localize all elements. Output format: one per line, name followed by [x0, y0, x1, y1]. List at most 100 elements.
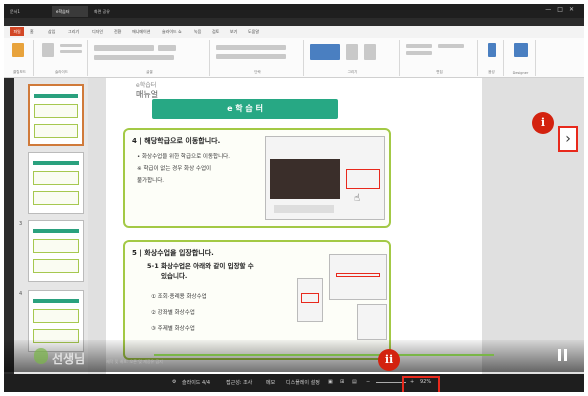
thumbnail-card: [34, 124, 78, 138]
ribbon-group-voice: 음성: [480, 40, 504, 76]
thumbnail-title-bar: [33, 229, 79, 233]
slide-number: 4: [19, 291, 23, 297]
ribbon-group-label: 단락: [254, 70, 261, 74]
ribbon-tab-draw[interactable]: 그리기: [68, 29, 79, 35]
ribbon-group-label: 슬라이드: [55, 70, 68, 74]
ribbon-tab-animations[interactable]: 애니메이션: [132, 29, 150, 35]
ribbon-group-clipboard: 클립보드: [6, 40, 34, 76]
slide-thumbnail[interactable]: [28, 152, 84, 214]
slide-number: 3: [19, 221, 23, 227]
ribbon: 클립보드 슬라이드 글꼴 단락 그리기 편집 음성 Designer: [4, 38, 584, 78]
file-tab[interactable]: 파일: [10, 27, 24, 36]
window-tab-elearning[interactable]: e학습터: [52, 6, 88, 17]
screenshot-icons: [274, 205, 334, 213]
paste-icon[interactable]: [12, 43, 24, 57]
settings-icon[interactable]: ⚙: [172, 379, 176, 385]
ribbon-group-label: 글꼴: [146, 70, 153, 74]
cursor-hand-icon: ☝: [354, 193, 361, 204]
screenshot-banner: [270, 159, 340, 199]
ribbon-tab-record[interactable]: 녹음: [194, 29, 201, 35]
ribbon-tab-review[interactable]: 검토: [212, 29, 219, 35]
replace-button[interactable]: [406, 51, 432, 55]
presenter-avatar-icon: [34, 348, 48, 364]
annotation-highlight-box: [402, 376, 440, 392]
find-button[interactable]: [406, 44, 432, 48]
presenter-subtitle: 제작 및 배포: 오픈 및 재공유 금지: [106, 359, 163, 364]
window-tab-screen-share[interactable]: 화면 공유: [90, 6, 134, 17]
thumbnail-card: [33, 309, 79, 323]
dictate-icon[interactable]: [488, 43, 496, 57]
ribbon-tab-bar: 파일 홈 삽입 그리기 디자인 전환 애니메이션 슬라이드 쇼 녹음 검토 보기…: [4, 26, 584, 38]
ribbon-tab-view[interactable]: 보기: [230, 29, 237, 35]
font-size-select[interactable]: [158, 45, 176, 51]
ribbon-tab-design[interactable]: 디자인: [92, 29, 103, 35]
list-buttons[interactable]: [216, 45, 286, 50]
video-progress-bar[interactable]: [154, 354, 494, 356]
quick-styles-icon[interactable]: [364, 44, 376, 60]
ribbon-tab-help[interactable]: 도움말: [248, 29, 259, 35]
slide-thumbnail[interactable]: 3: [19, 220, 84, 282]
status-display-settings[interactable]: 디스플레이 설정: [286, 379, 320, 386]
step-5-item-3: ③ 주제별 화상수업: [151, 326, 195, 332]
window-tab-document[interactable]: 문서1: [6, 6, 48, 17]
step-4-line2: ※ 학급이 없는 경우 화상 수업이: [137, 166, 212, 172]
status-bar: ⚙ 슬라이드 4/4 접근성: 조사 메모 디스플레이 설정 ▣ ⊞ ▤ − +…: [4, 374, 584, 392]
ribbon-group-drawing: 그리기: [306, 40, 400, 76]
annotation-marker-1: i: [532, 112, 554, 134]
step-5-subtitle-1: 5-1 화상수업은 아래와 같이 입장할 수: [147, 262, 254, 270]
slide-header-line1: e학습터: [136, 82, 157, 89]
font-family-select[interactable]: [94, 45, 154, 51]
normal-view-icon[interactable]: ▣: [328, 379, 333, 385]
app-window: 문서1 e학습터 화면 공유 —□✕ 파일 홈 삽입 그리기 디자인 전환 애니…: [4, 4, 584, 392]
window-controls[interactable]: —□✕: [545, 6, 580, 13]
select-button[interactable]: [438, 44, 464, 48]
reset-icon[interactable]: [60, 50, 82, 53]
ribbon-group-font: 글꼴: [90, 40, 210, 76]
layout-icon[interactable]: [60, 44, 82, 47]
ribbon-tab-slideshow[interactable]: 슬라이드 쇼: [162, 29, 182, 35]
slide-thumbnail[interactable]: [28, 84, 84, 146]
font-style-buttons[interactable]: [94, 55, 174, 60]
thumbnail-card: [33, 191, 79, 205]
step-4-screenshot: ☝: [265, 136, 385, 220]
next-slide-button[interactable]: ›: [558, 126, 578, 152]
ribbon-group-label: 음성: [488, 70, 495, 74]
step-card-4: 4 | 해당학급으로 이동합니다. • 화상수업을 위한 학급으로 이동합니다.…: [123, 128, 391, 228]
ribbon-group-paragraph: 단락: [212, 40, 304, 76]
ribbon-group-label: 그리기: [347, 70, 358, 74]
annotation-marker-2: ii: [378, 349, 400, 371]
designer-icon[interactable]: [514, 43, 528, 57]
slide-editing-area: e학습터 매뉴얼 e 학 습 터 4 | 해당학급으로 이동합니다. • 화상수…: [88, 78, 584, 384]
ribbon-group-label: 편집: [436, 70, 443, 74]
pause-icon[interactable]: [556, 347, 570, 363]
ribbon-tab-home[interactable]: 홈: [30, 29, 34, 35]
ribbon-group-label: Designer: [512, 71, 529, 75]
ribbon-group-designer: Designer: [506, 40, 536, 76]
status-slide-counter: 슬라이드 4/4: [182, 380, 211, 386]
slide-thumbnail-pane: 3 4: [14, 78, 88, 384]
align-buttons[interactable]: [216, 54, 286, 59]
ribbon-tab-insert[interactable]: 삽입: [48, 29, 55, 35]
presenter-overlay: [4, 340, 584, 372]
shapes-gallery-icon[interactable]: [310, 44, 340, 60]
current-slide[interactable]: e학습터 매뉴얼 e 학 습 터 4 | 해당학급으로 이동합니다. • 화상수…: [106, 78, 482, 384]
presenter-name: 선생님: [52, 352, 86, 366]
status-accessibility[interactable]: 접근성: 조사: [226, 379, 252, 386]
ribbon-tab-transitions[interactable]: 전환: [114, 29, 121, 35]
arrange-icon[interactable]: [346, 44, 358, 60]
step-5-item-2: ② 강좌별 화상수업: [151, 310, 195, 316]
thumbnail-card: [33, 171, 79, 185]
step-5-screenshot-a: [297, 278, 323, 322]
new-slide-icon[interactable]: [42, 43, 54, 57]
thumbnail-title-bar: [33, 161, 79, 165]
status-notes[interactable]: 메모: [266, 379, 275, 386]
step-5-screenshot-c: [357, 304, 387, 340]
slide-sorter-icon[interactable]: ⊞: [340, 379, 344, 385]
screenshot-highlight: [336, 273, 380, 277]
zoom-out-icon[interactable]: −: [366, 379, 370, 385]
reading-view-icon[interactable]: ▤: [352, 379, 357, 385]
step-5-item-1: ① 조회·종례용 화상수업: [151, 294, 207, 300]
thumbnail-card: [33, 259, 79, 273]
step-5-subtitle-2: 있습니다.: [161, 272, 188, 280]
screenshot-highlight: [301, 293, 319, 303]
